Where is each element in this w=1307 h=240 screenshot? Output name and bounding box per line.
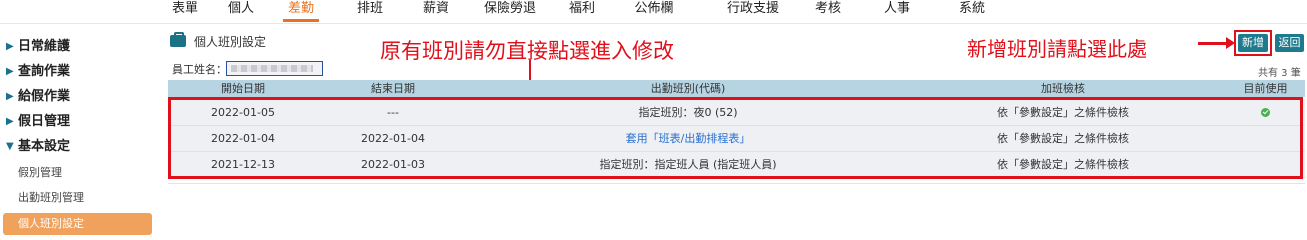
cell-shift: 指定班別：指定班人員 (指定班人員) — [599, 158, 777, 171]
top-navigation: 表單 個人 差勤 排班 薪資 保險勞退 福利 公佈欄 行政支援 考核 人事 系統 — [0, 0, 1307, 23]
record-count: 共有 3 筆 — [1258, 68, 1301, 79]
nav-item-forms[interactable]: 表單 — [169, 0, 201, 20]
add-button[interactable]: 新增 — [1238, 34, 1268, 52]
cell-shift: 指定班別：夜0 (52) — [638, 106, 738, 119]
sidebar-item-basic-settings[interactable]: ▼ 基本設定 — [0, 136, 150, 158]
column-header-start-date: 開始日期 — [221, 82, 265, 95]
page-title: 個人班別設定 — [194, 35, 267, 49]
column-header-current: 目前使用 — [1243, 82, 1288, 95]
cell-start-date: 2021-12-13 — [211, 158, 275, 171]
cell-overtime-check: 依「參數設定」之條件檢核 — [997, 106, 1129, 119]
cell-start-date: 2022-01-05 — [211, 106, 275, 119]
sidebar-subitem-label: 出勤班別管理 — [18, 191, 84, 204]
sidebar-item-label: 日常維護 — [18, 39, 71, 54]
schedule-link[interactable]: 套用「班表/出勤排程表」 — [488, 126, 888, 151]
sidebar-item-leave[interactable]: ▶ 給假作業 — [0, 86, 150, 108]
sidebar-item-label: 基本設定 — [18, 139, 71, 154]
nav-item-evaluation[interactable]: 考核 — [812, 0, 844, 20]
check-circle-icon — [1261, 108, 1270, 117]
sidebar-item-daily-maintenance[interactable]: ▶ 日常維護 — [0, 36, 150, 58]
cell-overtime-check: 依「參數設定」之條件檢核 — [997, 158, 1129, 171]
nav-item-admin-support[interactable]: 行政支援 — [719, 0, 787, 20]
nav-item-insurance[interactable]: 保險勞退 — [476, 0, 544, 20]
annotation-arrow-right-icon — [1198, 37, 1235, 49]
caret-down-icon: ▼ — [6, 141, 14, 152]
sidebar: ▶ 日常維護 ▶ 查詢作業 ▶ 給假作業 ▶ 假日管理 ▼ 基本設定 假別管理 … — [0, 26, 160, 237]
annotation-add-shift: 新增班別請點選此處 — [967, 37, 1147, 61]
sidebar-item-label: 查詢作業 — [18, 64, 71, 79]
annotation-do-not-edit: 原有班別請勿直接點選進入修改 — [380, 39, 674, 63]
redacted-name — [231, 65, 313, 72]
caret-right-icon: ▶ — [6, 91, 14, 102]
cell-current — [1228, 100, 1303, 125]
sidebar-item-label: 假日管理 — [18, 114, 71, 129]
sidebar-item-holiday[interactable]: ▶ 假日管理 — [0, 111, 150, 133]
caret-right-icon: ▶ — [6, 66, 14, 77]
nav-item-hr[interactable]: 人事 — [881, 0, 913, 20]
top-divider — [0, 23, 1307, 24]
table-row[interactable]: 2022-01-04 2022-01-04 套用「班表/出勤排程表」 依「參數設… — [168, 126, 1305, 152]
nav-item-system[interactable]: 系統 — [956, 0, 988, 20]
nav-item-welfare[interactable]: 福利 — [566, 0, 598, 20]
sidebar-subitem-shift-management[interactable]: 出勤班別管理 — [0, 187, 150, 209]
table-bottom-divider — [168, 183, 1305, 184]
sidebar-item-label: 給假作業 — [18, 89, 71, 104]
nav-item-bulletin[interactable]: 公佈欄 — [629, 0, 679, 20]
cell-current — [1228, 152, 1303, 177]
sidebar-subitem-personal-shift[interactable]: 個人班別設定 — [3, 213, 152, 235]
nav-item-salary[interactable]: 薪資 — [420, 0, 452, 20]
table-row[interactable]: 2022-01-05 --- 指定班別：夜0 (52) 依「參數設定」之條件檢核 — [168, 100, 1305, 126]
cell-end-date: 2022-01-04 — [361, 132, 425, 145]
cell-current — [1228, 126, 1303, 151]
employee-name-label: 員工姓名： — [172, 63, 227, 76]
table-row[interactable]: 2021-12-13 2022-01-03 指定班別：指定班人員 (指定班人員)… — [168, 152, 1305, 178]
cell-overtime-check: 依「參數設定」之條件檢核 — [997, 132, 1129, 145]
column-header-end-date: 結束日期 — [371, 82, 415, 95]
nav-item-personal[interactable]: 個人 — [225, 0, 257, 20]
caret-right-icon: ▶ — [6, 116, 14, 127]
sidebar-subitem-leave-types[interactable]: 假別管理 — [0, 162, 150, 184]
column-header-overtime-check: 加班檢核 — [1041, 82, 1085, 95]
employee-name-field — [226, 61, 323, 76]
column-header-shift: 出勤班別(代碼) — [650, 82, 726, 95]
cell-end-date: --- — [387, 106, 399, 119]
sidebar-subitem-label: 假別管理 — [18, 166, 62, 179]
cell-end-date: 2022-01-03 — [361, 158, 425, 171]
briefcase-icon — [170, 32, 186, 47]
nav-item-scheduling[interactable]: 排班 — [354, 0, 386, 20]
sidebar-item-query[interactable]: ▶ 查詢作業 — [0, 61, 150, 83]
sidebar-subitem-label: 個人班別設定 — [18, 217, 84, 230]
table-header: 開始日期 結束日期 出勤班別(代碼) 加班檢核 目前使用 — [168, 80, 1305, 97]
back-button[interactable]: 返回 — [1275, 34, 1304, 52]
nav-active-underline — [283, 19, 319, 22]
cell-start-date: 2022-01-04 — [211, 132, 275, 145]
caret-right-icon: ▶ — [6, 41, 14, 52]
nav-item-attendance[interactable]: 差勤 — [285, 0, 317, 20]
